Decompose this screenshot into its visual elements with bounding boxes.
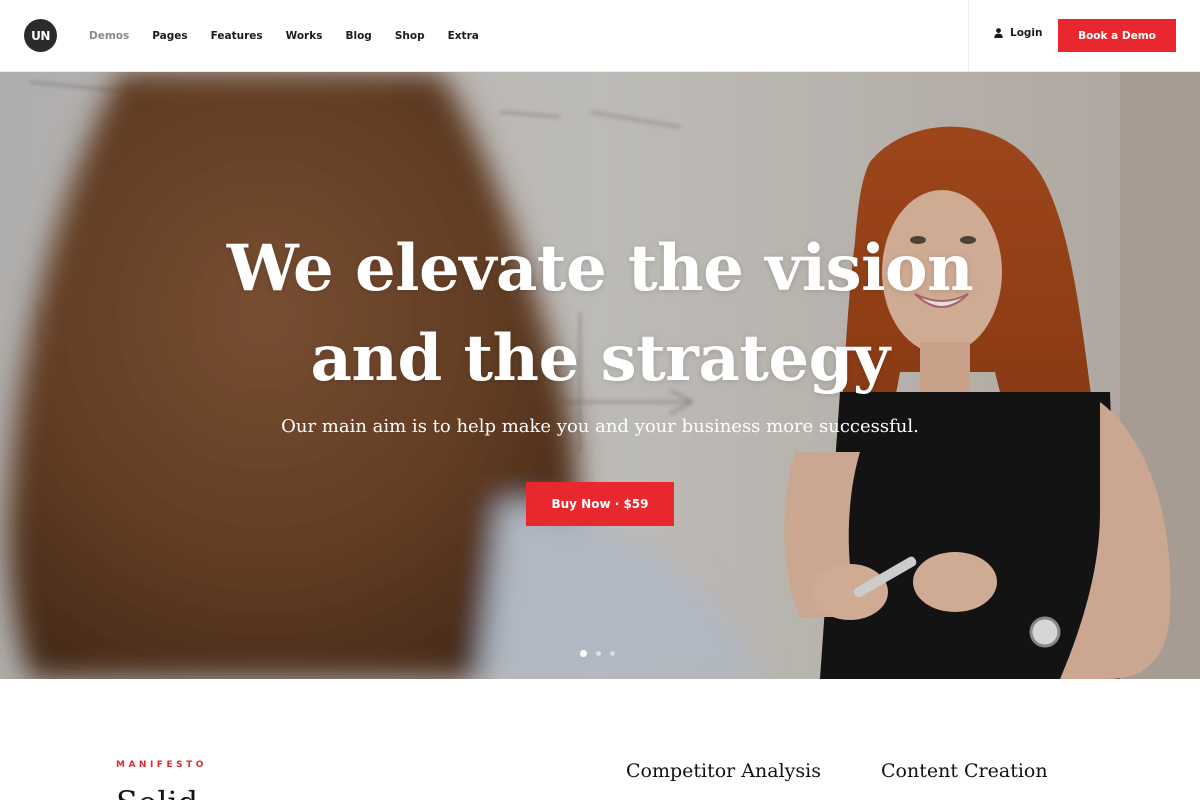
slider-dot-1[interactable]: [580, 650, 587, 657]
login-label: Login: [1010, 27, 1043, 39]
manifesto-eyebrow: MANIFESTO: [116, 760, 207, 770]
slider-dot-2[interactable]: [596, 651, 601, 656]
book-demo-button[interactable]: Book a Demo: [1058, 19, 1176, 52]
hero-slider: We elevate the vision and the strategy O…: [0, 72, 1200, 679]
slider-dot-3[interactable]: [610, 651, 615, 656]
hero-title: We elevate the vision and the strategy: [0, 224, 1200, 404]
nav-item-demos[interactable]: Demos: [89, 30, 129, 42]
manifesto-heading: Solid ...: [116, 784, 239, 800]
logo[interactable]: UN: [24, 19, 57, 52]
header-divider: [968, 0, 969, 72]
hero-title-line-2: and the strategy: [310, 321, 890, 396]
hero-title-line-1: We elevate the vision: [226, 231, 974, 306]
nav-item-pages[interactable]: Pages: [152, 30, 187, 42]
user-icon: [994, 28, 1003, 38]
service-title-competitor-analysis: Competitor Analysis: [626, 760, 821, 782]
site-header: UN Demos Pages Features Works Blog Shop …: [0, 0, 1200, 72]
nav-item-features[interactable]: Features: [211, 30, 263, 42]
slider-pagination: [580, 650, 624, 657]
nav-item-blog[interactable]: Blog: [345, 30, 371, 42]
nav-item-works[interactable]: Works: [286, 30, 323, 42]
service-title-content-creation: Content Creation: [881, 760, 1048, 782]
nav-item-shop[interactable]: Shop: [395, 30, 425, 42]
buy-now-button[interactable]: Buy Now · $59: [526, 482, 674, 526]
nav-item-extra[interactable]: Extra: [448, 30, 479, 42]
main-nav: Demos Pages Features Works Blog Shop Ext…: [89, 0, 502, 72]
login-link[interactable]: Login: [994, 27, 1043, 39]
hero-subtitle: Our main aim is to help make you and you…: [281, 416, 919, 437]
